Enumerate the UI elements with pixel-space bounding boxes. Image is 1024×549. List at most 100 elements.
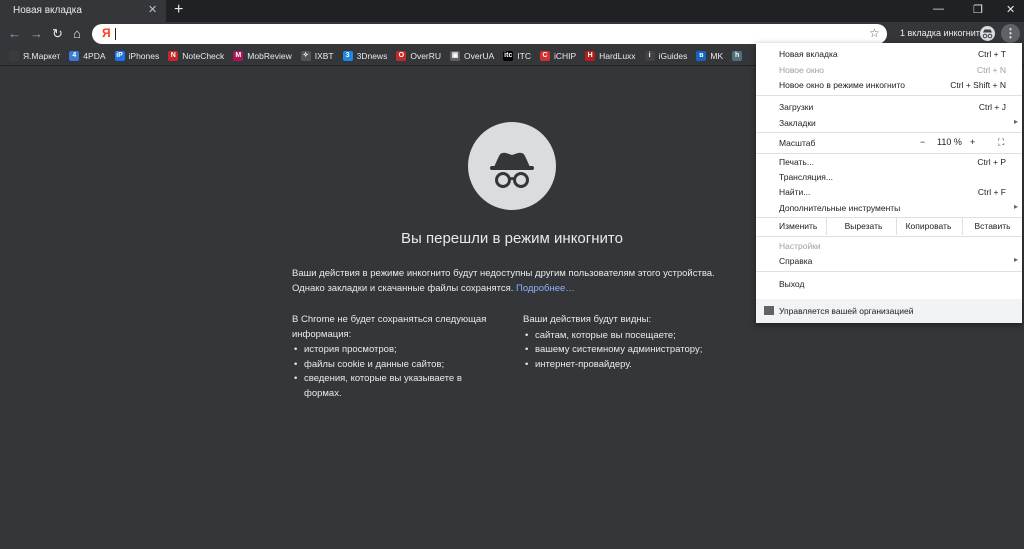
bookmark-favicon-icon: h [732, 50, 743, 61]
menu-exit[interactable]: Выход [756, 277, 1022, 291]
bookmark-favicon-icon: ▣ [450, 50, 461, 61]
menu-more-tools[interactable]: Дополнительные инструменты ▸ [756, 201, 1022, 215]
bookmark-item[interactable]: в MK [696, 50, 724, 61]
menu-label: Новая вкладка [779, 49, 838, 59]
chrome-menu-icon[interactable]: ⋮ [1001, 24, 1020, 43]
cut-button[interactable]: Вырезать [826, 218, 900, 235]
bookmark-item[interactable]: 4 4PDA [69, 50, 106, 61]
bookmark-label: Я.Маркет [23, 50, 61, 61]
bookmark-item[interactable]: M MobReview [233, 50, 292, 61]
list-item: вашему системному администратору; [523, 343, 738, 358]
bookmark-item[interactable]: CiCHIP [539, 50, 577, 61]
bookmark-favicon-icon: N [168, 50, 179, 61]
menu-label: Новое окно в режиме инкогнито [779, 80, 905, 90]
bookmark-item[interactable]: N NoteCheck [168, 50, 224, 61]
managed-by-org[interactable]: Управляется вашей организацией [756, 299, 1022, 323]
menu-shortcut: Ctrl + F [977, 187, 1006, 197]
menu-divider [756, 95, 1022, 96]
building-icon [764, 306, 774, 315]
bookmark-item[interactable]: itc ITC [503, 50, 531, 61]
bookmark-label: iPhones [128, 50, 160, 61]
zoom-out-button[interactable]: − [920, 137, 925, 147]
bookmark-favicon-icon: ✧ [300, 50, 311, 61]
bookmark-label: iGuides [658, 50, 688, 61]
restore-button[interactable]: ❐ [973, 3, 983, 16]
managed-label: Управляется вашей организацией [779, 306, 914, 316]
bookmark-item[interactable]: O OverRU [396, 50, 441, 61]
menu-divider [756, 153, 1022, 154]
menu-label: Загрузки [779, 102, 814, 112]
bookmark-label: MobReview [247, 50, 292, 61]
menu-label: Найти... [779, 187, 811, 197]
menu-bookmarks[interactable]: Закладки ▸ [756, 116, 1022, 130]
intro-text: Ваши действия в режиме инкогнито будут н… [292, 266, 732, 296]
menu-shortcut: Ctrl + Shift + N [950, 80, 1006, 90]
incognito-tab-count[interactable]: 1 вкладка инкогнито [900, 28, 985, 38]
not-saved-title: В Chrome не будет сохраняться следующая … [292, 314, 487, 340]
title-bar: Новая вкладка ✕ + — ❐ ✕ [0, 0, 1024, 22]
fullscreen-icon[interactable]: ⛶ [998, 137, 1004, 148]
menu-zoom: Масштаб [756, 136, 1022, 150]
menu-shortcut: Ctrl + N [976, 65, 1006, 75]
home-icon[interactable]: ⌂ [73, 26, 81, 41]
menu-print[interactable]: Печать... Ctrl + P [756, 155, 1022, 169]
bookmark-label: ITC [517, 50, 531, 61]
list-item: сайтам, которые вы посещаете; [523, 329, 738, 344]
bookmark-item[interactable]: iP iPhones [114, 50, 160, 61]
bookmark-item[interactable]: ▣ OverUA [450, 50, 494, 61]
copy-button[interactable]: Копировать [896, 218, 960, 235]
bookmark-favicon-icon: M [233, 50, 244, 61]
visible-to-title: Ваши действия будут видны: [523, 314, 652, 325]
menu-help[interactable]: Справка ▸ [756, 254, 1022, 268]
list-item: интернет-провайдеру. [523, 358, 738, 373]
bookmark-label: iCHIP [553, 50, 577, 61]
menu-shortcut: Ctrl + P [977, 157, 1006, 167]
menu-label: Трансляция... [779, 172, 833, 182]
incognito-icon[interactable] [980, 26, 995, 41]
window-close-button[interactable]: ✕ [1006, 3, 1015, 16]
menu-shortcut: Ctrl + J [978, 102, 1006, 112]
forward-icon[interactable]: → [30, 26, 43, 41]
bookmark-favicon-icon: i [644, 50, 655, 61]
learn-more-link[interactable]: Подробнее… [516, 283, 575, 294]
bookmark-star-icon[interactable]: ☆ [869, 26, 880, 40]
bookmark-item[interactable]: H HardLuxx [585, 50, 636, 61]
menu-divider [756, 271, 1022, 272]
menu-downloads[interactable]: Загрузки Ctrl + J [756, 100, 1022, 114]
visible-to-column: Ваши действия будут видны: сайтам, котор… [523, 313, 738, 372]
menu-label: Справка [779, 256, 813, 266]
menu-shortcut: Ctrl + T [978, 49, 1006, 59]
text-caret [115, 28, 116, 40]
back-icon[interactable]: ← [8, 26, 21, 41]
menu-settings: Настройки [756, 239, 1022, 253]
list-item: история просмотров; [292, 343, 492, 358]
paste-button[interactable]: Вставить [962, 218, 1022, 235]
tab-title: Новая вкладка [13, 5, 82, 16]
submenu-arrow-icon: ▸ [1013, 202, 1018, 211]
reload-icon[interactable]: ↻ [52, 26, 63, 42]
address-bar[interactable]: Я ☆ [92, 24, 887, 44]
menu-new-tab[interactable]: Новая вкладка Ctrl + T [756, 47, 1022, 61]
bookmark-item[interactable]: 3 3Dnews [342, 50, 387, 61]
tab-close-icon[interactable]: ✕ [148, 3, 157, 16]
yandex-icon: Я [102, 26, 111, 40]
new-tab-button[interactable]: + [174, 1, 183, 19]
edit-label: Изменить [779, 221, 818, 231]
menu-find[interactable]: Найти... Ctrl + F [756, 185, 1022, 199]
zoom-in-button[interactable]: + [970, 137, 975, 147]
bookmark-label: MK [710, 50, 724, 61]
minimize-button[interactable]: — [933, 3, 944, 15]
bookmark-item[interactable]: h [732, 50, 746, 61]
bookmark-item[interactable]: Я.Маркет [9, 50, 61, 61]
tab-new-tab[interactable]: Новая вкладка ✕ [0, 0, 166, 22]
menu-cast[interactable]: Трансляция... [756, 170, 1022, 184]
chrome-menu: Новая вкладка Ctrl + T Новое окно Ctrl +… [756, 43, 1022, 323]
menu-divider [756, 132, 1022, 133]
intro-body: Ваши действия в режиме инкогнито будут н… [292, 268, 715, 294]
menu-edit-row: Изменить Вырезать Копировать Вставить [756, 218, 1022, 235]
bookmark-item[interactable]: i iGuides [644, 50, 688, 61]
bookmark-item[interactable]: ✧ IXBT [300, 50, 334, 61]
bookmark-favicon-icon: в [696, 50, 707, 61]
zoom-level: 110 % [937, 137, 962, 147]
menu-new-incognito-window[interactable]: Новое окно в режиме инкогнито Ctrl + Shi… [756, 78, 1022, 92]
